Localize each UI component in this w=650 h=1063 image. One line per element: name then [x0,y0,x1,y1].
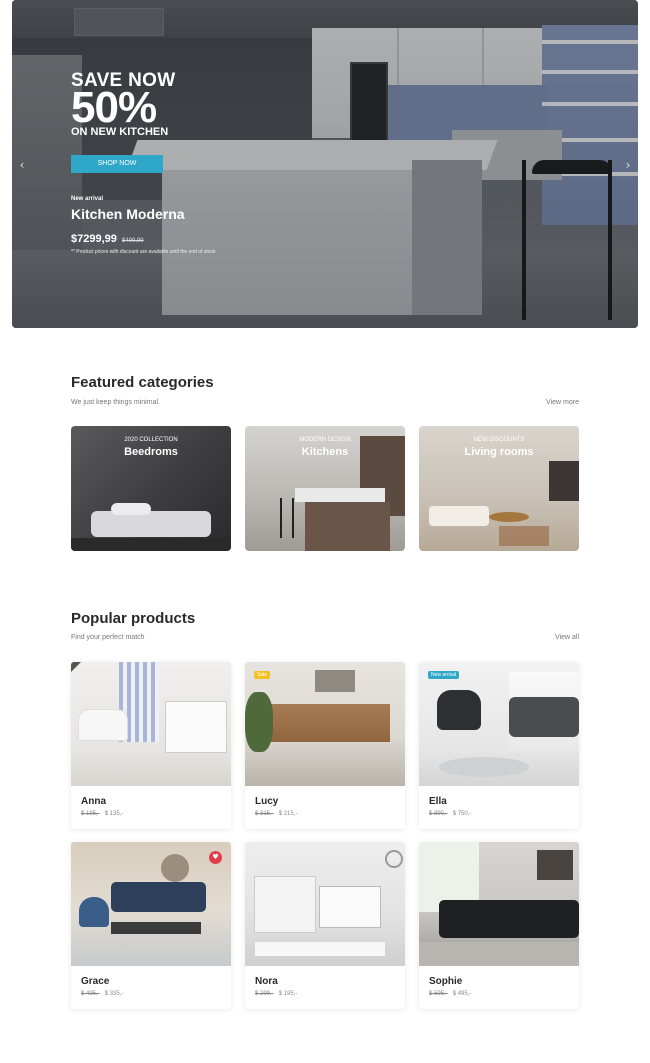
popular-subtitle: Find your perfect match [71,634,145,641]
product-old-price: $ 195,- [81,811,100,817]
hero-product-name: Kitchen Moderna [71,206,185,222]
product-name: Ella [429,796,447,807]
category-card-living-rooms[interactable]: NEW DISCOUNTS Living rooms [419,426,579,551]
product-image [71,842,231,966]
product-current-price: $ 195,- [278,991,298,997]
product-name: Sophie [429,976,463,987]
product-price: $ 299,- $ 195,- [255,991,297,997]
category-eyebrow: 2020 COLLECTION [124,437,178,443]
product-image [419,662,579,786]
category-eyebrow: MODERN DESIGN [299,437,351,443]
sofa-shape [429,506,489,526]
product-image [419,842,579,966]
product-card-grace[interactable]: ♥ Grace $ 495,- $ 335,- [71,842,231,1009]
rug-shape [499,526,549,546]
bed-shape [91,511,211,537]
mirror-shape [161,854,189,882]
product-old-price: $ 315,- [255,811,274,817]
corner-triangle [71,662,81,672]
sideboard-shape [270,704,390,742]
product-old-price: $ 495,- [81,991,100,997]
product-price: $ 495,- $ 335,- [81,991,123,997]
frame-shape [315,670,355,692]
hero-current-price: $7299,99 [71,233,117,245]
product-price: $ 315,- $ 215,- [255,811,297,817]
product-price: $ 595,- $ 495,- [429,991,471,997]
product-card-ella[interactable]: New arrival Ella $ 890,- $ 750,- [419,662,579,829]
product-old-price: $ 595,- [429,991,448,997]
category-name: Beedroms [124,446,178,458]
sofa-shape [509,697,579,737]
tv-shape [549,461,579,501]
product-old-price: $ 299,- [255,991,274,997]
heart-icon[interactable]: ♥ [209,851,222,864]
rug-shape [419,942,579,966]
product-name: Grace [81,976,110,987]
shelf-shape [255,877,315,932]
chevron-right-icon[interactable]: › [622,158,634,172]
category-name: Living rooms [464,446,534,458]
stool-shape [280,498,294,538]
armchair-shape [437,690,481,730]
product-card-anna[interactable]: Anna $ 195,- $ 135,- [71,662,231,829]
featured-subtitle: We just keep things minimal. [71,399,160,406]
sofa-shape [111,882,206,912]
chair-shape [79,710,127,740]
product-name: Lucy [255,796,279,807]
rug-shape [255,942,385,956]
hero-badge: New arrival [71,196,104,202]
product-image [245,842,405,966]
chair-shape [79,897,109,927]
product-current-price: $ 215,- [278,811,298,817]
floor-shape [71,538,231,551]
sale-badge: Sale [254,671,271,679]
island-top-shape [295,488,385,502]
view-more-link[interactable]: View more [546,399,579,406]
product-card-nora[interactable]: Nora $ 299,- $ 195,- [245,842,405,1009]
product-price: $ 890,- $ 750,- [429,811,471,817]
chevron-left-icon[interactable]: ‹ [16,158,28,172]
category-card-bedrooms[interactable]: 2020 COLLECTION Beedroms [71,426,231,551]
category-name: Kitchens [301,446,349,458]
category-eyebrow: NEW DISCOUNTS [473,437,525,443]
product-image [71,662,231,786]
sectional-sofa-shape [439,900,579,938]
hero-banner: ‹ › SAVE NOW 50% ON NEW KITCHEN SHOP NOW… [12,0,638,328]
product-current-price: $ 335,- [104,991,124,997]
shop-now-button[interactable]: SHOP NOW [71,155,163,173]
hero-content: SAVE NOW 50% ON NEW KITCHEN SHOP NOW New… [71,0,311,328]
crib-shape [320,887,380,927]
hero-headline-bottom: ON NEW KITCHEN [71,126,169,138]
product-name: Anna [81,796,106,807]
popular-title: Popular products [71,610,196,627]
product-current-price: $ 495,- [452,991,472,997]
product-image [245,662,405,786]
hero-headline-percent: 50% [71,83,157,132]
product-old-price: $ 890,- [429,811,448,817]
hero-price: $7299,99 $499,99 [71,233,144,245]
mirror-shape [385,850,403,868]
product-name: Nora [255,976,278,987]
table-shape [111,922,201,934]
rug-shape [439,757,529,777]
island-shape [305,502,390,551]
product-current-price: $ 750,- [452,811,472,817]
table-shape [489,512,529,522]
hero-old-price: $499,99 [121,238,144,244]
plant-shape [245,692,273,752]
product-current-price: $ 135,- [104,811,124,817]
new-arrival-badge: New arrival [428,671,460,679]
frames-shape [537,850,573,880]
crib-shape [166,702,226,752]
product-card-lucy[interactable]: Sale Lucy $ 315,- $ 215,- [245,662,405,829]
product-price: $ 195,- $ 135,- [81,811,123,817]
pillow-shape [111,503,151,515]
view-all-link[interactable]: View all [555,634,579,641]
product-card-sophie[interactable]: Sophie $ 595,- $ 495,- [419,842,579,1009]
category-card-kitchens[interactable]: MODERN DESIGN Kitchens [245,426,405,551]
featured-title: Featured categories [71,374,214,391]
hero-note: ** Product prices with discount are avai… [71,249,216,255]
